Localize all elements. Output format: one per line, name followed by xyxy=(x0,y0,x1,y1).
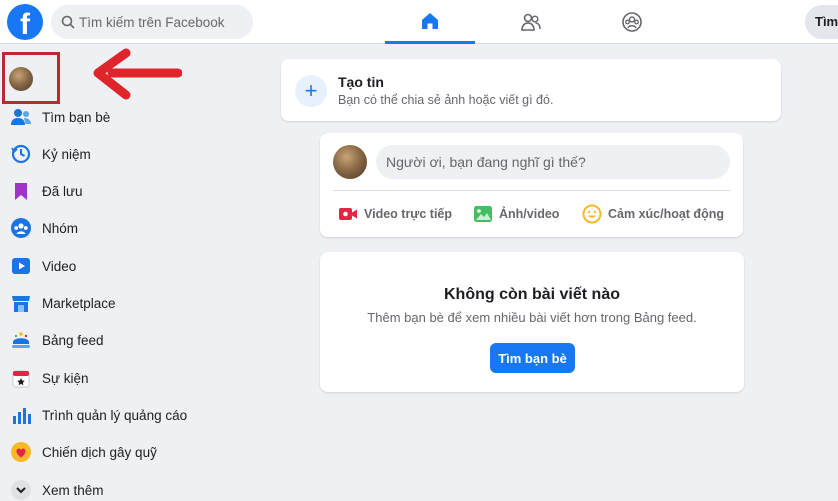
find-friends-shortcut-button[interactable]: Tìm xyxy=(805,5,838,39)
sidebar-item-label: Kỷ niệm xyxy=(42,146,91,162)
sidebar-item-feed[interactable]: Bảng feed xyxy=(10,326,104,354)
create-story-card[interactable]: + Tạo tin Bạn có thể chia sẻ ảnh hoặc vi… xyxy=(281,59,781,121)
sidebar-item-label: Xem thêm xyxy=(42,482,104,498)
feeling-activity-label: Cảm xúc/hoạt động xyxy=(608,207,724,221)
composer-avatar[interactable] xyxy=(333,145,367,179)
highlight-box xyxy=(2,52,60,104)
plus-icon: + xyxy=(295,75,327,107)
whats-on-your-mind-input[interactable] xyxy=(376,145,730,179)
sidebar-item-memories[interactable]: Kỷ niệm xyxy=(10,140,91,168)
tab-home[interactable] xyxy=(385,0,475,44)
divider xyxy=(333,190,730,191)
sidebar-item-label: Trình quản lý quảng cáo xyxy=(42,407,188,423)
friends-icon xyxy=(521,13,541,31)
sidebar-item-label: Đã lưu xyxy=(42,183,83,199)
live-video-label: Video trực tiếp xyxy=(364,207,453,221)
feed-icon xyxy=(10,329,32,351)
sidebar-item-label: Tìm bạn bè xyxy=(42,109,111,125)
sidebar-item-label: Sự kiện xyxy=(42,370,89,386)
search-input[interactable] xyxy=(79,5,249,39)
photo-video-button[interactable]: Ảnh/video xyxy=(473,201,559,227)
create-story-title: Tạo tin xyxy=(338,74,384,90)
empty-feed-subtitle: Thêm bạn bè để xem nhiều bài viết hơn tr… xyxy=(367,310,697,325)
create-story-subtitle: Bạn có thể chia sẻ ảnh hoặc viết gì đó. xyxy=(338,93,554,107)
feeling-icon xyxy=(582,204,602,224)
sidebar-item-label: Nhóm xyxy=(42,220,79,236)
ads-manager-icon xyxy=(10,404,32,426)
photo-video-label: Ảnh/video xyxy=(499,207,560,221)
home-icon xyxy=(422,12,438,29)
groups-icon xyxy=(622,12,642,32)
search-icon xyxy=(61,15,75,29)
live-video-button[interactable]: Video trực tiếp xyxy=(338,201,452,227)
video-icon xyxy=(10,255,32,277)
empty-feed-title: Không còn bài viết nào xyxy=(443,286,620,303)
tab-friends[interactable] xyxy=(486,0,576,44)
sidebar-item-ads-manager[interactable]: Trình quản lý quảng cáo xyxy=(10,401,187,429)
photo-icon xyxy=(473,204,493,224)
feeling-activity-button[interactable]: Cảm xúc/hoạt động xyxy=(582,201,724,227)
sidebar-item-video[interactable]: Video xyxy=(10,252,76,280)
top-navigation-bar: f Tìm xyxy=(0,0,838,44)
sidebar-item-label: Bảng feed xyxy=(42,332,104,348)
sidebar-item-fundraisers[interactable]: Chiến dịch gây quỹ xyxy=(10,438,157,466)
saved-icon xyxy=(10,180,32,202)
sidebar-item-find-friends[interactable]: Tìm bạn bè xyxy=(10,103,110,131)
friends-icon xyxy=(10,106,32,128)
sidebar-item-label: Video xyxy=(42,258,77,274)
sidebar-item-groups[interactable]: Nhóm xyxy=(10,214,78,242)
empty-feed-card: Không còn bài viết nào Thêm bạn bè để xe… xyxy=(320,252,744,392)
sidebar-item-marketplace[interactable]: Marketplace xyxy=(10,289,116,317)
sidebar-item-events[interactable]: Sự kiện xyxy=(10,364,89,392)
pointer-arrow-icon xyxy=(93,48,182,100)
marketplace-icon xyxy=(10,292,32,314)
sidebar-item-label: Marketplace xyxy=(42,295,116,311)
chevron-down-icon xyxy=(10,479,32,501)
fundraiser-icon xyxy=(10,441,32,463)
facebook-logo[interactable]: f xyxy=(7,4,43,40)
sidebar-item-see-more[interactable]: Xem thêm xyxy=(10,476,104,501)
post-composer: Video trực tiếp Ảnh/video Cảm xúc/hoạt đ… xyxy=(320,133,743,237)
live-video-icon xyxy=(338,204,358,224)
find-friends-button[interactable]: Tìm bạn bè xyxy=(490,343,575,373)
groups-icon xyxy=(10,217,32,239)
sidebar-item-label: Chiến dịch gây quỹ xyxy=(42,444,157,460)
tab-groups[interactable] xyxy=(587,0,677,44)
memories-icon xyxy=(10,143,32,165)
sidebar-item-saved[interactable]: Đã lưu xyxy=(10,177,83,205)
events-icon xyxy=(10,367,32,389)
search-box[interactable] xyxy=(51,5,253,39)
